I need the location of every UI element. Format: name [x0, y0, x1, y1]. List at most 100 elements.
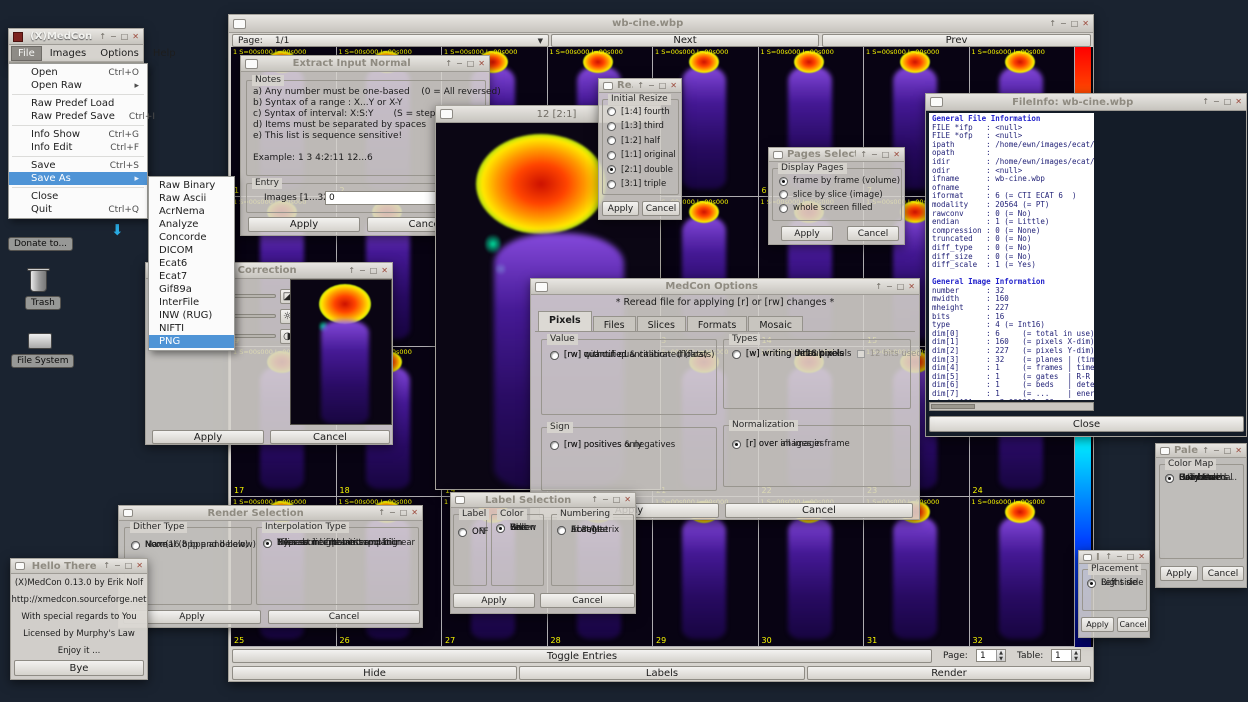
- close-button[interactable]: ✕: [1235, 446, 1242, 456]
- shade-button[interactable]: ↑: [103, 561, 110, 571]
- close-button[interactable]: ✕: [132, 32, 139, 42]
- menu-item-quit[interactable]: QuitCtrl+Q: [9, 203, 147, 216]
- minimize-button[interactable]: −: [1213, 97, 1220, 107]
- hide-button[interactable]: Hide: [232, 666, 517, 680]
- shade-button[interactable]: ↑: [1049, 19, 1056, 29]
- window-menu-icon[interactable]: [603, 82, 613, 90]
- maximize-button[interactable]: □: [121, 32, 129, 42]
- shade-button[interactable]: ↑: [348, 266, 355, 276]
- window-menu-icon[interactable]: [535, 282, 548, 292]
- maximize-button[interactable]: □: [1224, 97, 1232, 107]
- bye-button[interactable]: Bye: [14, 660, 144, 676]
- cancel-button[interactable]: Cancel: [1202, 566, 1244, 581]
- close-button[interactable]: ✕: [670, 81, 677, 91]
- radio-option[interactable]: whole screen filled: [779, 203, 895, 213]
- menu-item-open-raw[interactable]: Open Raw▸: [9, 79, 147, 92]
- spinner-arrows-icon[interactable]: ▲▼: [996, 650, 1005, 661]
- window-menu-icon[interactable]: [245, 59, 258, 69]
- menu-item-info-edit[interactable]: Info EditCtrl+F: [9, 141, 147, 154]
- maximize-button[interactable]: □: [882, 150, 890, 160]
- menubar-item[interactable]: Help: [147, 47, 182, 60]
- tab-files[interactable]: Files: [593, 316, 636, 332]
- close-button[interactable]: ✕: [1138, 552, 1145, 562]
- render-button[interactable]: Render: [807, 666, 1091, 680]
- render-titlebar[interactable]: Render Selection ↑−□✕: [119, 506, 422, 521]
- page-dropdown[interactable]: Page: 1/1 ▼: [232, 34, 549, 47]
- minimize-button[interactable]: −: [1213, 446, 1220, 456]
- fileinfo-hscrollbar[interactable]: [929, 402, 1094, 411]
- window-menu-icon[interactable]: [440, 109, 453, 119]
- window-menu-icon[interactable]: [455, 496, 465, 504]
- submenu-item[interactable]: Raw Binary: [149, 179, 234, 192]
- radio-option[interactable]: slice by slice (image): [779, 190, 895, 200]
- maximize-button[interactable]: □: [400, 508, 408, 518]
- apply-button[interactable]: Apply: [248, 217, 360, 232]
- labelsel-titlebar[interactable]: Label Selection ↑−□✕: [451, 493, 635, 508]
- close-button[interactable]: ✕: [893, 150, 900, 160]
- maximize-button[interactable]: □: [659, 81, 667, 91]
- checkbox-icon[interactable]: [857, 350, 865, 358]
- toggle-entries-button[interactable]: Toggle Entries: [232, 649, 932, 663]
- menu-item-save-as[interactable]: Save As▸: [9, 172, 147, 185]
- radio-option[interactable]: Hyperbolic-filter interpolation: [263, 538, 416, 548]
- minimize-button[interactable]: −: [871, 150, 878, 160]
- apply-button[interactable]: Apply: [781, 226, 833, 241]
- radio-option[interactable]: Right side: [1087, 578, 1147, 588]
- maximize-button[interactable]: □: [1224, 446, 1232, 456]
- minimize-button[interactable]: −: [110, 32, 117, 42]
- cancel-button[interactable]: Cancel: [540, 593, 635, 608]
- submenu-item[interactable]: Ecat7: [149, 270, 234, 283]
- radio-option[interactable]: Yellow: [496, 523, 544, 533]
- minimize-button[interactable]: −: [456, 59, 463, 69]
- filesystem-icon[interactable]: [28, 333, 52, 349]
- minimize-button[interactable]: −: [114, 561, 121, 571]
- maximize-button[interactable]: □: [1127, 552, 1135, 562]
- window-menu-icon[interactable]: [233, 19, 246, 29]
- cancel-button[interactable]: Cancel: [847, 226, 899, 241]
- shade-button[interactable]: ↑: [1105, 552, 1112, 562]
- radio-option[interactable]: LUT loaded ...: [1165, 473, 1244, 483]
- radio-option[interactable]: [r] over all images: [732, 439, 909, 449]
- cancel-button[interactable]: Cancel: [725, 503, 913, 518]
- window-menu-icon[interactable]: [1083, 554, 1092, 561]
- submenu-item[interactable]: Ecat6: [149, 257, 234, 270]
- radio-option[interactable]: [1:1] original: [607, 150, 674, 160]
- apply-button[interactable]: Apply: [1160, 566, 1198, 581]
- close-button[interactable]: ✕: [908, 282, 915, 292]
- radio-option[interactable]: [2:1] double: [607, 165, 674, 175]
- maximize-button[interactable]: □: [125, 561, 133, 571]
- resize-titlebar[interactable]: Re... ↑−□✕: [599, 79, 681, 93]
- window-menu-icon[interactable]: [930, 97, 943, 107]
- radio-option[interactable]: [1:4] fourth: [607, 107, 674, 117]
- shade-button[interactable]: ↑: [1202, 446, 1209, 456]
- minimize-button[interactable]: −: [389, 508, 396, 518]
- placement-titlebar[interactable]: I ↑−□✕: [1079, 551, 1149, 564]
- close-button[interactable]: ✕: [381, 266, 388, 276]
- radio-option[interactable]: [rw] positives & negatives: [550, 440, 715, 450]
- menu-item-close[interactable]: Close: [9, 190, 147, 203]
- desktop-icon-trash[interactable]: Trash: [25, 296, 61, 310]
- tab-slices[interactable]: Slices: [637, 316, 686, 332]
- minimize-button[interactable]: −: [1060, 19, 1067, 29]
- desktop-icon-filesystem[interactable]: File System: [11, 354, 74, 368]
- submenu-item[interactable]: NIFTI: [149, 322, 234, 335]
- submenu-item[interactable]: Concorde: [149, 231, 234, 244]
- maximize-button[interactable]: □: [370, 266, 378, 276]
- shade-button[interactable]: ↑: [1202, 97, 1209, 107]
- window-menu-icon[interactable]: [123, 509, 133, 517]
- menu-item-open[interactable]: OpenCtrl+O: [9, 66, 147, 79]
- maximize-button[interactable]: □: [467, 59, 475, 69]
- maximize-button[interactable]: □: [897, 282, 905, 292]
- submenu-item[interactable]: DICOM: [149, 244, 234, 257]
- tab-formats[interactable]: Formats: [687, 316, 747, 332]
- menubar-item[interactable]: Images: [44, 47, 93, 60]
- radio-option[interactable]: frame by frame (volume): [779, 176, 895, 186]
- shade-button[interactable]: ↑: [378, 508, 385, 518]
- radio-option[interactable]: [rw] quantified & calibrated (floats): [550, 350, 715, 360]
- cancel-button[interactable]: Cancel: [270, 430, 390, 444]
- shade-button[interactable]: ↑: [637, 81, 644, 91]
- minimize-button[interactable]: −: [648, 81, 655, 91]
- medcon-titlebar[interactable]: MedCon Options ↑−□✕: [531, 279, 919, 295]
- tab-mosaic[interactable]: Mosaic: [748, 316, 803, 332]
- fileinfo-titlebar[interactable]: FileInfo: wb-cine.wbp ↑−□✕: [926, 94, 1246, 111]
